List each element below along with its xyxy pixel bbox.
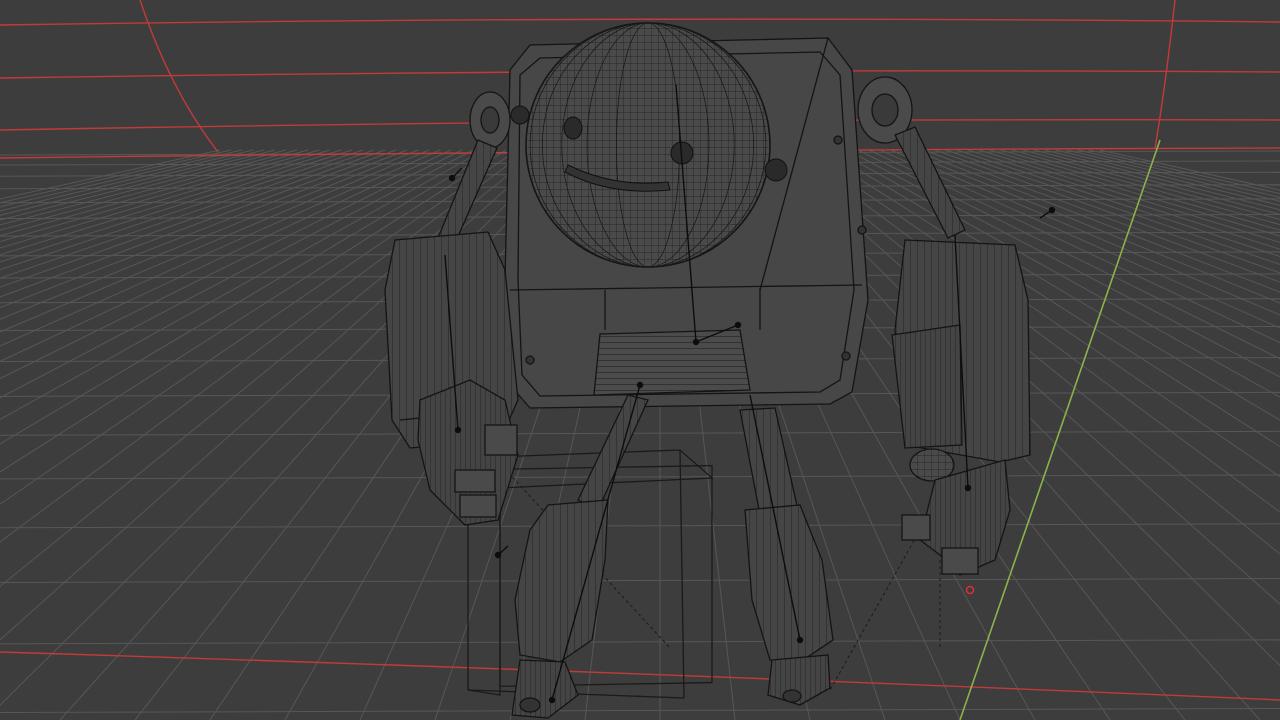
3d-viewport[interactable] (0, 0, 1280, 720)
left-eye (563, 116, 583, 140)
viewport-canvas[interactable] (0, 0, 1280, 720)
